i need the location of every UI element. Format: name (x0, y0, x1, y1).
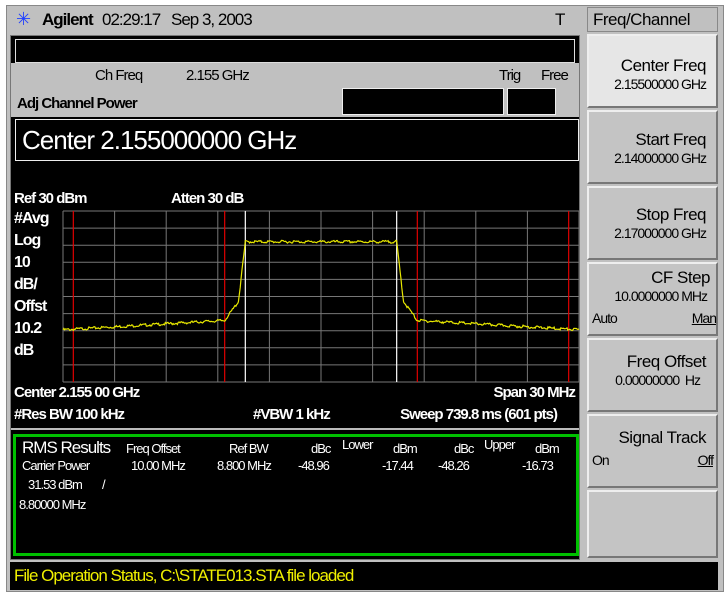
hdr-lower: Lower (342, 437, 373, 452)
softkey-value: 2.15500000 GHz (614, 76, 707, 92)
spectrum-plot (62, 210, 580, 383)
softkey-label: Freq Offset (626, 352, 707, 371)
scale-label: Offst (14, 298, 47, 315)
scale-label: #Avg (14, 210, 50, 227)
indicator-box (342, 88, 504, 115)
option-on: On (592, 452, 610, 468)
indicator-box-small (507, 88, 556, 115)
status-bar: File Operation Status, C:\STATE013.STA f… (10, 562, 718, 590)
carrier-label: Carrier Power (22, 458, 90, 473)
rbw-label: #Res BW 100 kHz (14, 406, 125, 423)
results-title: RMS Results (22, 438, 111, 457)
softkey-center-freq[interactable]: Center Freq 2.15500000 GHz (587, 34, 718, 108)
softkey-label: Center Freq (620, 56, 707, 75)
sweep-label: Sweep 739.8 ms (601 pts) (400, 406, 558, 423)
upper-dbc-value: -48.26 (438, 458, 470, 473)
softkey-value: 2.17000000 GHz (614, 225, 707, 241)
ref-bw-value: 8.800 MHz (217, 458, 272, 473)
carrier-power: 31.53 dBm (28, 477, 83, 492)
softkey-label: CF Step (651, 268, 710, 287)
trig-label: Trig (499, 67, 521, 84)
option-man: Man (691, 310, 717, 326)
softkey-stop-freq[interactable]: Stop Freq 2.17000000 GHz (587, 186, 718, 260)
ch-freq-label: Ch Freq (95, 67, 143, 84)
softkey-label: Start Freq (635, 130, 706, 149)
scale-labels: #Avg Log 10 dB/ Offst 10.2 dB (14, 208, 50, 362)
center-freq-label: Center 2.155 00 GHz (14, 384, 140, 401)
hdr-lower-dbc: dBc (311, 441, 331, 456)
active-entry[interactable]: Center 2.155000000 GHz (15, 119, 579, 161)
option-off: Off (697, 452, 714, 468)
title-bar: ✳ Agilent 02:29:17 Sep 3, 2003 T (8, 6, 580, 33)
hdr-upper: Upper (484, 437, 515, 452)
softkey-signal-track[interactable]: Signal Track On Off (587, 414, 718, 488)
slash: / (102, 477, 106, 492)
hdr-upper-dbm: dBm (535, 441, 560, 456)
softkey-value: 10.0000000 MHz (614, 288, 708, 304)
upper-dbm-value: -16.73 (522, 458, 554, 473)
lower-dbc-value: -48.96 (298, 458, 330, 473)
option-auto: Auto (592, 310, 618, 326)
span-label: Span 30 MHz (493, 384, 576, 401)
carrier-bw: 8.80000 MHz (19, 497, 86, 512)
scale-label: 10.2 (14, 320, 42, 337)
hdr-freq-offset: Freq Offset (126, 441, 181, 456)
hdr-ref-bw: Ref BW (229, 441, 269, 456)
menu-title: Freq/Channel (587, 7, 718, 32)
softkey-label: Stop Freq (635, 205, 707, 224)
agilent-logo-icon: ✳ (16, 9, 31, 29)
softkey-blank[interactable] (587, 490, 718, 558)
message-line (15, 39, 575, 63)
brand: Agilent (42, 10, 94, 29)
softkey-value: 0.00000000 Hz (615, 372, 701, 388)
scale-label: 10 (14, 254, 31, 271)
time: 02:29:17 (102, 10, 161, 29)
scale-label: dB/ (14, 276, 38, 293)
scale-label: Log (14, 232, 41, 249)
scale-label: dB (14, 342, 34, 359)
trig-value: Free (541, 67, 569, 84)
date: Sep 3, 2003 (171, 10, 253, 29)
hdr-lower-dbm: dBm (393, 441, 418, 456)
ref-level: Ref 30 dBm (14, 190, 88, 207)
lower-dbm-value: -17.44 (382, 458, 414, 473)
hdr-upper-dbc: dBc (454, 441, 474, 456)
trigger-indicator: T (555, 10, 565, 29)
display-screen: Ch Freq 2.155 GHz Trig Free Adj Channel … (10, 35, 580, 560)
results-panel: RMS Results Carrier Power 31.53 dBm / 8.… (13, 434, 579, 556)
attenuation: Atten 30 dB (171, 190, 244, 207)
info-panel: Ch Freq 2.155 GHz Trig Free Adj Channel … (11, 63, 579, 117)
freq-offset-value: 10.00 MHz (131, 458, 186, 473)
softkey-freq-offset[interactable]: Freq Offset 0.00000000 Hz (587, 338, 718, 412)
softkey-cf-step[interactable]: CF Step 10.0000000 MHz Auto Man (587, 262, 718, 336)
ch-freq-value: 2.155 GHz (186, 67, 250, 84)
softkey-value: 2.14000000 GHz (614, 150, 707, 166)
divider (11, 428, 579, 430)
softkey-label: Signal Track (618, 428, 706, 447)
softkey-start-freq[interactable]: Start Freq 2.14000000 GHz (587, 110, 718, 184)
vbw-label: #VBW 1 kHz (253, 406, 331, 423)
measurement-name: Adj Channel Power (17, 95, 138, 112)
